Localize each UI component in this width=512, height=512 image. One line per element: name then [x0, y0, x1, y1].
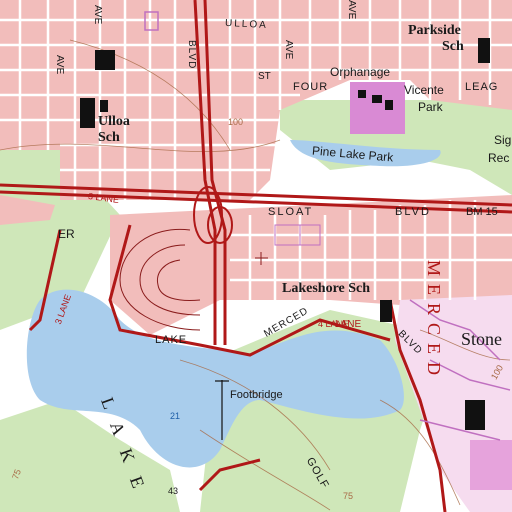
rec-label: Rec — [488, 151, 510, 165]
purple-revision-area — [470, 440, 512, 490]
lake-street-label: LAKE — [155, 334, 188, 346]
orphanage-building — [350, 82, 405, 134]
vicente-label: Vicente — [404, 83, 444, 97]
orphanage-label: Orphanage — [330, 65, 391, 79]
four-label: FOUR — [293, 81, 329, 93]
map-graphics — [0, 0, 512, 512]
four-lane-label: 4 LANE — [318, 319, 350, 329]
building — [465, 400, 485, 430]
topographic-map[interactable]: Parkside Sch ULLOA Ulloa Sch Orphanage F… — [0, 0, 512, 512]
ulloa-school-label: Ulloa — [98, 114, 130, 129]
blvd-vertical-label: BLVD — [186, 40, 197, 70]
building — [358, 90, 366, 98]
er-label: ER — [58, 227, 75, 241]
st-label: ST — [258, 71, 271, 82]
building — [385, 100, 393, 110]
depth-21-label: 21 — [170, 411, 181, 421]
leag-label: LEAG — [465, 81, 499, 93]
merced-vertical-label: MERCED — [424, 260, 444, 384]
ave-label-3: AVE — [283, 40, 294, 60]
building — [478, 38, 490, 63]
sig-label: Sig — [494, 133, 512, 147]
ave-label-4: AVE — [346, 0, 357, 20]
contour-75-label: 75 — [343, 491, 354, 501]
building — [372, 95, 382, 103]
parkside-sch-label: Sch — [442, 39, 464, 54]
ulloa-sch-label: Sch — [98, 130, 120, 145]
park-label: Park — [418, 100, 443, 114]
ave-label-1: AVE — [92, 5, 103, 25]
contour-100-label: 100 — [228, 117, 244, 127]
stone-label: Stone — [461, 329, 503, 349]
building — [380, 300, 392, 322]
bm-label: BM 15 — [466, 206, 498, 218]
lakeshore-sch-label: Lakeshore Sch — [282, 281, 371, 296]
building — [95, 50, 115, 70]
sloat-label: SLOAT — [268, 206, 314, 218]
building — [80, 98, 95, 128]
ave-label-2: AVE — [54, 55, 65, 75]
blvd-label: BLVD — [395, 206, 431, 218]
footbridge-label: Footbridge — [230, 389, 283, 401]
bm-43-label: 43 — [168, 486, 179, 496]
parkside-label: Parkside — [408, 23, 461, 38]
building — [100, 100, 108, 112]
